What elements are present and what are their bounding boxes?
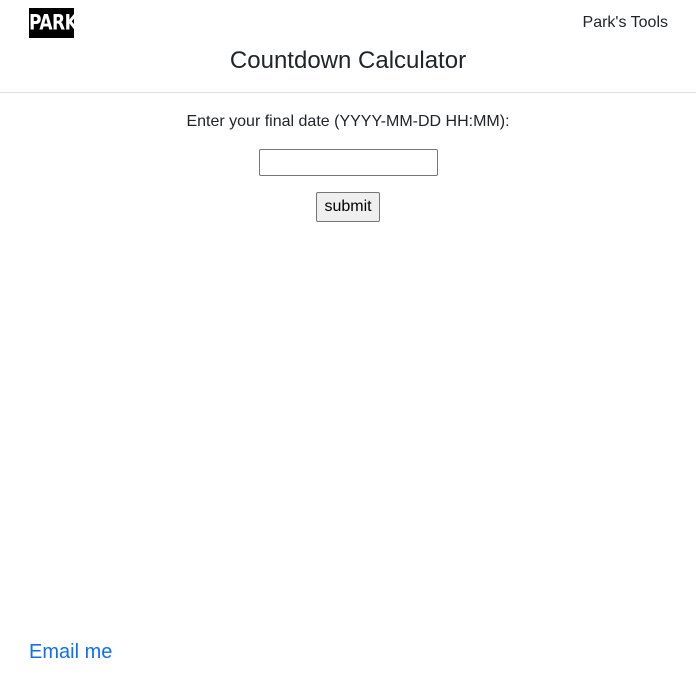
countdown-form: Enter your final date (YYYY-MM-DD HH:MM)… [0,112,696,222]
parks-tools-link[interactable]: Park's Tools [583,13,668,33]
page: PARK Park's Tools Countdown Calculator E… [0,0,696,676]
final-date-input[interactable] [258,149,438,176]
header: PARK Park's Tools Countdown Calculator [0,0,696,93]
park-logo[interactable]: PARK [29,8,78,38]
submit-button[interactable]: submit [316,192,380,222]
final-date-label: Enter your final date (YYYY-MM-DD HH:MM)… [186,113,510,130]
email-me-link[interactable]: Email me [29,640,112,664]
logo-text: PARK [29,10,78,36]
page-title: Countdown Calculator [229,47,467,74]
